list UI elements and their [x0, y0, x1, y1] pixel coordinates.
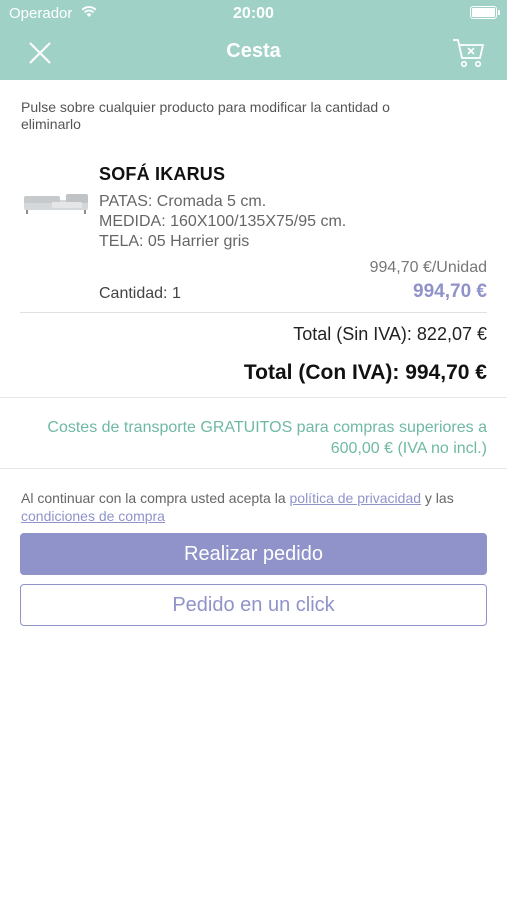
- quantity-label: Cantidad: 1: [99, 285, 181, 302]
- item-divider: [20, 312, 487, 313]
- cart-hint: Pulse sobre cualquier producto para modi…: [21, 99, 390, 132]
- product-attribute-size: MEDIDA: 160X100/135X75/95 cm.: [99, 213, 347, 230]
- product-attribute-fabric: TELA: 05 Harrier gris: [99, 233, 250, 250]
- terms-prefix: Al continuar con la compra usted acepta …: [21, 490, 290, 506]
- status-bar: Operador 20:00: [0, 0, 507, 28]
- terms-middle: y las: [421, 490, 454, 506]
- cart-item[interactable]: SOFÁ IKARUS PATAS: Cromada 5 cm. MEDIDA:…: [0, 160, 507, 310]
- privacy-policy-link[interactable]: política de privacidad: [290, 490, 422, 506]
- product-attribute-legs: PATAS: Cromada 5 cm.: [99, 193, 267, 210]
- empty-cart-button[interactable]: [451, 36, 487, 70]
- battery-icon: [470, 6, 500, 19]
- product-thumbnail: [22, 190, 92, 220]
- status-time: 20:00: [233, 5, 274, 22]
- product-name: SOFÁ IKARUS: [99, 164, 226, 184]
- line-total: 994,70 €: [413, 281, 487, 302]
- terms-text: Al continuar con la compra usted acepta …: [21, 489, 491, 525]
- totals-divider: [0, 397, 507, 398]
- nav-header: Operador 20:00 Cesta: [0, 0, 507, 80]
- unit-price: 994,70 €/Unidad: [369, 259, 487, 276]
- total-with-vat: Total (Con IVA): 994,70 €: [243, 361, 487, 384]
- total-without-vat: Total (Sin IVA): 822,07 €: [293, 324, 487, 344]
- one-click-order-button[interactable]: Pedido en un click: [20, 584, 487, 626]
- page-title: Cesta: [226, 40, 281, 62]
- shipping-notice: Costes de transporte GRATUITOS para comp…: [47, 419, 487, 457]
- place-order-button[interactable]: Realizar pedido: [20, 533, 487, 575]
- cart-remove-icon: [453, 39, 484, 68]
- shipping-divider: [0, 468, 507, 469]
- purchase-conditions-link[interactable]: condiciones de compra: [21, 508, 165, 524]
